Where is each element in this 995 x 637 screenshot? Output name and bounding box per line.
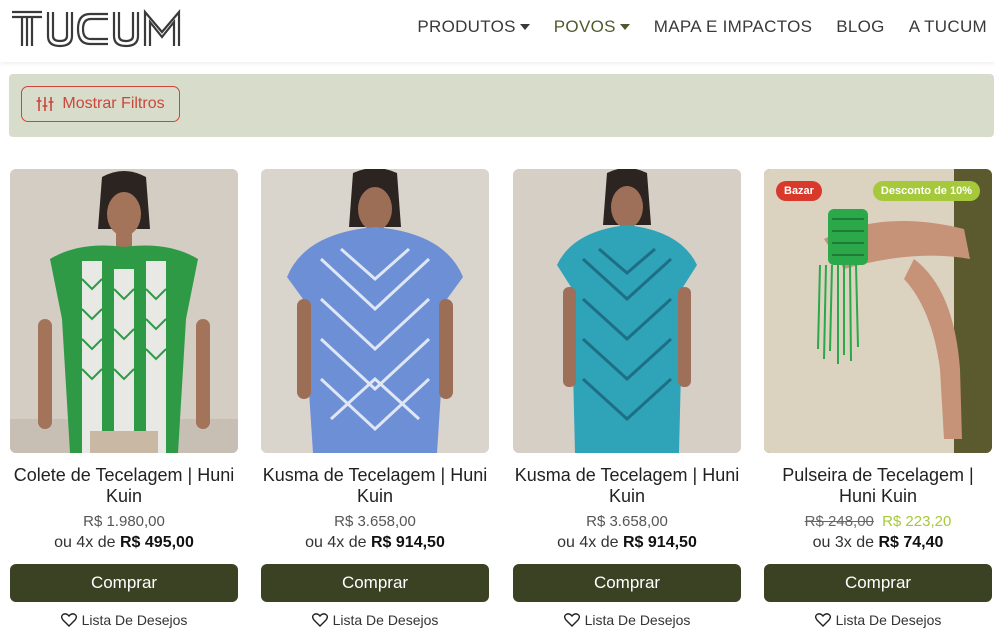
product-name[interactable]: Pulseira de Tecelagem | Huni Kuin <box>764 465 992 507</box>
filter-bar: Mostrar Filtros <box>9 74 994 137</box>
nav-blog[interactable]: BLOG <box>836 17 884 37</box>
installment-prefix: ou 4x de <box>557 534 619 551</box>
installment-prefix: ou 4x de <box>54 534 116 551</box>
tucum-logo-mark <box>12 9 181 48</box>
product-photo <box>513 169 741 453</box>
nav-mapa-label: MAPA E IMPACTOS <box>653 17 813 36</box>
wishlist-link[interactable]: Lista De Desejos <box>513 612 741 628</box>
nav-produtos[interactable]: PRODUTOS <box>417 17 530 37</box>
installment-value: R$ 495,00 <box>120 534 194 551</box>
sale-price: R$ 223,20 <box>882 513 952 530</box>
installment-value: R$ 74,40 <box>878 534 944 551</box>
nav-mapa-impactos[interactable]: MAPA E IMPACTOS <box>654 17 812 37</box>
product-image[interactable] <box>261 169 489 453</box>
installment-prefix: ou 3x de <box>812 534 874 551</box>
installment-value: R$ 914,50 <box>623 534 697 551</box>
product-price: R$ 3.658,00 <box>513 513 741 530</box>
wishlist-link[interactable]: Lista De Desejos <box>261 612 489 628</box>
installment-info: ou 4x de R$ 495,00 <box>10 534 238 552</box>
nav-povos[interactable]: POVOS <box>554 17 630 37</box>
product-price: R$ 248,00 R$ 223,20 <box>764 513 992 530</box>
buy-button[interactable]: Comprar <box>764 564 992 602</box>
product-card: Bazar Desconto de 10% Pulseira de Tecela… <box>764 169 992 628</box>
product-price: R$ 1.980,00 <box>10 513 238 530</box>
heart-icon <box>311 613 328 627</box>
installment-info: ou 3x de R$ 74,40 <box>764 534 992 552</box>
product-card: Kusma de Tecelagem | Huni Kuin R$ 3.658,… <box>513 169 741 628</box>
product-card: Kusma de Tecelagem | Huni Kuin R$ 3.658,… <box>261 169 489 628</box>
buy-button[interactable]: Comprar <box>513 564 741 602</box>
product-card: Colete de Tecelagem | Huni Kuin R$ 1.980… <box>10 169 238 628</box>
nav-blog-label: BLOG <box>836 17 885 36</box>
wishlist-link[interactable]: Lista De Desejos <box>764 612 992 628</box>
wishlist-link[interactable]: Lista De Desejos <box>10 612 238 628</box>
product-photo <box>764 169 992 453</box>
price-value: R$ 3.658,00 <box>586 513 668 530</box>
bazar-badge: Bazar <box>776 181 822 201</box>
main-nav: PRODUTOS POVOS MAPA E IMPACTOS BLOG A TU… <box>393 17 987 37</box>
nav-a-tucum-label: A TUCUM <box>908 17 987 36</box>
show-filters-label: Mostrar Filtros <box>62 95 165 112</box>
wishlist-label: Lista De Desejos <box>835 612 942 628</box>
heart-icon <box>60 613 77 627</box>
product-name[interactable]: Colete de Tecelagem | Huni Kuin <box>10 465 238 507</box>
site-header: PRODUTOS POVOS MAPA E IMPACTOS BLOG A TU… <box>0 0 995 62</box>
tucum-logo[interactable] <box>10 6 194 55</box>
product-price: R$ 3.658,00 <box>261 513 489 530</box>
nav-povos-label: POVOS <box>553 17 616 36</box>
chevron-down-icon <box>519 24 530 30</box>
product-name[interactable]: Kusma de Tecelagem | Huni Kuin <box>513 465 741 507</box>
chevron-down-icon <box>619 24 630 30</box>
installment-info: ou 4x de R$ 914,50 <box>513 534 741 552</box>
product-photo <box>10 169 238 453</box>
discount-badge: Desconto de 10% <box>872 181 980 201</box>
product-image[interactable] <box>10 169 238 453</box>
nav-a-tucum[interactable]: A TUCUM <box>909 17 987 37</box>
heart-icon <box>563 613 580 627</box>
wishlist-label: Lista De Desejos <box>332 612 439 628</box>
price-value: R$ 3.658,00 <box>334 513 416 530</box>
heart-icon <box>814 613 831 627</box>
show-filters-button[interactable]: Mostrar Filtros <box>21 86 180 122</box>
old-price: R$ 248,00 <box>804 513 874 530</box>
buy-button[interactable]: Comprar <box>261 564 489 602</box>
product-image[interactable]: Bazar Desconto de 10% <box>764 169 992 453</box>
installment-value: R$ 914,50 <box>371 534 445 551</box>
installment-info: ou 4x de R$ 914,50 <box>261 534 489 552</box>
product-photo <box>261 169 489 453</box>
product-name[interactable]: Kusma de Tecelagem | Huni Kuin <box>261 465 489 507</box>
nav-produtos-label: PRODUTOS <box>417 17 516 36</box>
sliders-icon <box>36 97 54 111</box>
price-value: R$ 1.980,00 <box>83 513 165 530</box>
wishlist-label: Lista De Desejos <box>584 612 691 628</box>
buy-button[interactable]: Comprar <box>10 564 238 602</box>
product-image[interactable] <box>513 169 741 453</box>
wishlist-label: Lista De Desejos <box>81 612 188 628</box>
installment-prefix: ou 4x de <box>305 534 367 551</box>
